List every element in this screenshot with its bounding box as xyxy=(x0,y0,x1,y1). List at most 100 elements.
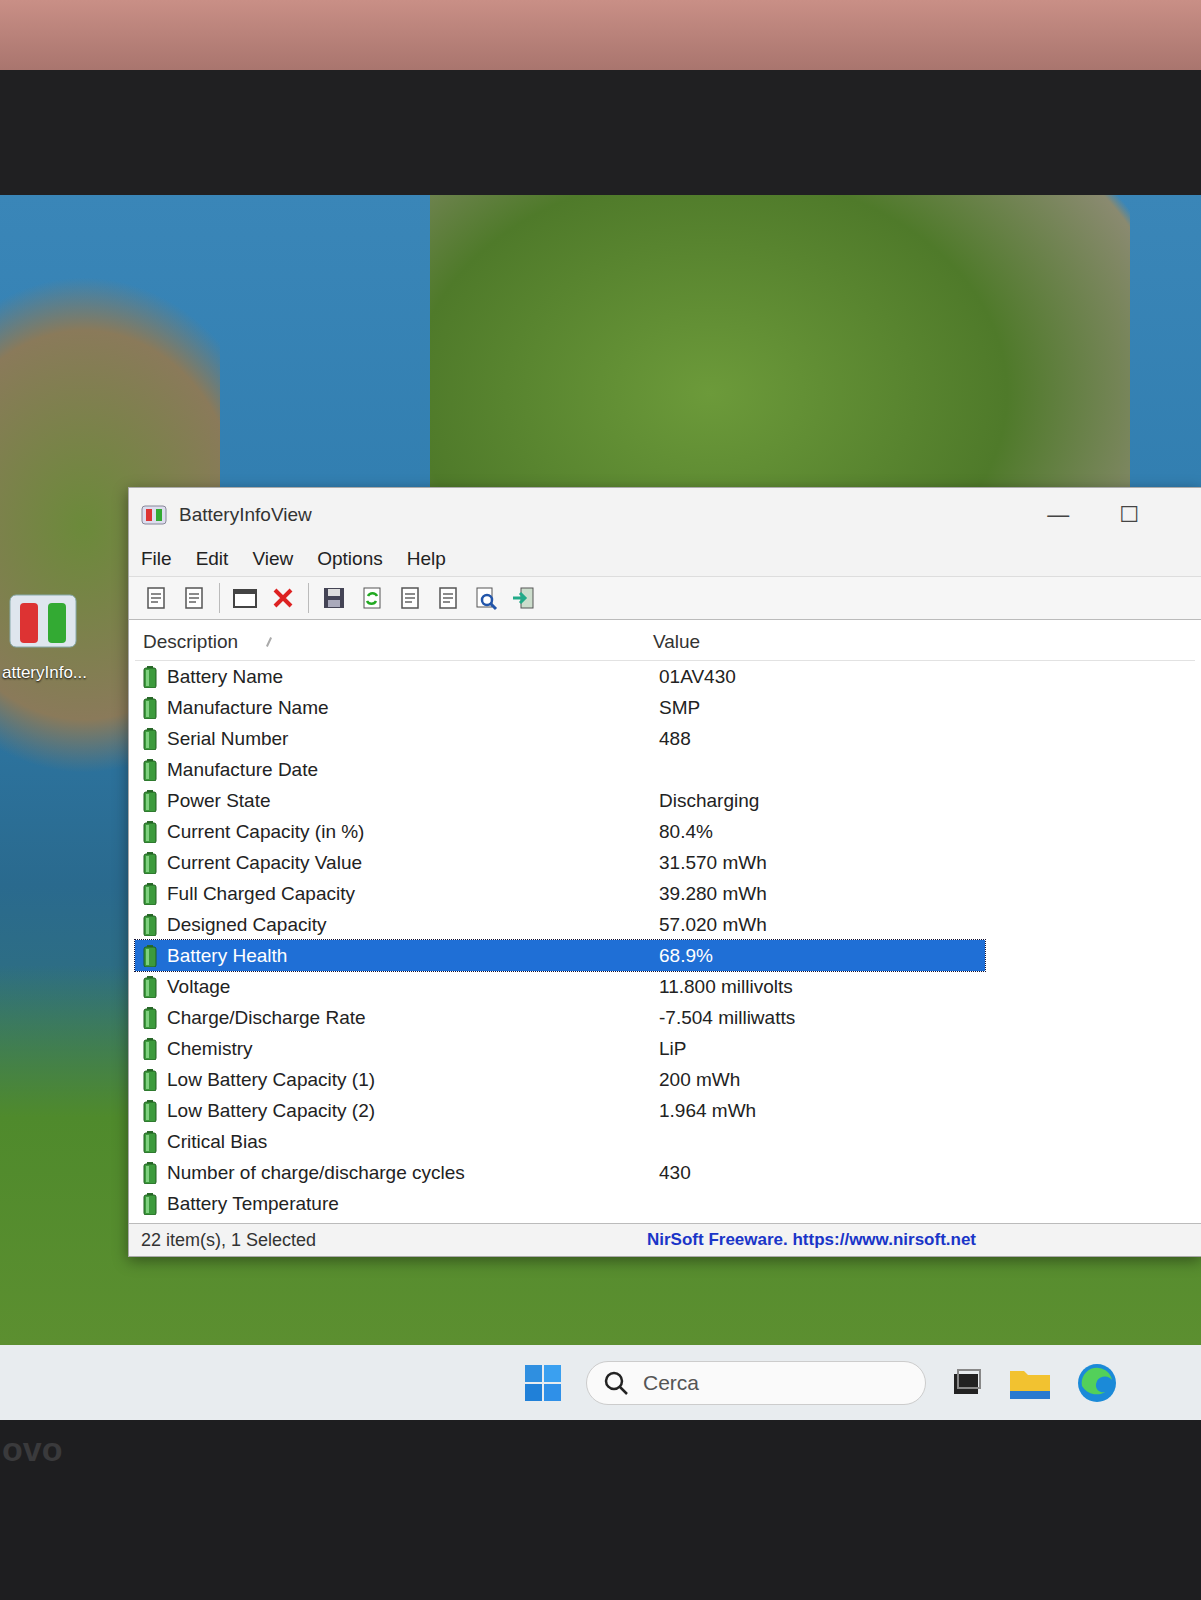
windows-start-icon[interactable] xyxy=(524,1364,562,1402)
window-controls: —☐ xyxy=(1047,502,1189,528)
table-row[interactable]: Battery Name 01AV430 xyxy=(135,661,985,692)
battery-icon xyxy=(143,914,157,936)
description-cell: Low Battery Capacity (2) xyxy=(135,1100,653,1122)
task-view-icon[interactable] xyxy=(950,1366,984,1400)
toolbar-button[interactable] xyxy=(321,585,347,611)
battery-icon xyxy=(143,883,157,905)
exit-icon xyxy=(511,585,537,611)
table-row[interactable]: Manufacture Name SMP xyxy=(135,692,985,723)
table-row[interactable]: Chemistry LiP xyxy=(135,1033,985,1064)
value-cell: 31.570 mWh xyxy=(653,852,985,874)
status-count: 22 item(s), 1 Selected xyxy=(129,1230,647,1251)
menu-item[interactable]: View xyxy=(252,548,293,570)
window-title: BatteryInfoView xyxy=(179,504,1035,526)
edge-browser-icon[interactable] xyxy=(1076,1362,1118,1404)
delete-icon xyxy=(270,585,296,611)
toolbar-button[interactable] xyxy=(473,585,499,611)
value-cell: 39.280 mWh xyxy=(653,883,985,905)
table-header: Description Value xyxy=(135,624,1195,661)
table-row[interactable]: Number of charge/discharge cycles 430 xyxy=(135,1157,985,1188)
value-cell: 430 xyxy=(653,1162,985,1184)
table-row[interactable]: Serial Number 488 xyxy=(135,723,985,754)
table-row[interactable]: Battery Temperature xyxy=(135,1188,985,1219)
toolbar-button[interactable] xyxy=(397,585,423,611)
desktop: atteryInfo... BatteryInfoView —☐ FileEdi… xyxy=(0,195,1201,1345)
search-icon xyxy=(603,1370,629,1396)
status-bar: 22 item(s), 1 Selected NirSoft Freeware.… xyxy=(129,1223,1201,1256)
html-icon xyxy=(232,585,258,611)
app-window: BatteryInfoView —☐ FileEditViewOptionsHe… xyxy=(128,487,1201,1257)
toolbar-separator xyxy=(308,583,309,613)
table-row[interactable]: Full Charged Capacity 39.280 mWh xyxy=(135,878,985,909)
table-row[interactable]: Current Capacity Value 31.570 mWh xyxy=(135,847,985,878)
table-row[interactable]: Critical Bias xyxy=(135,1126,985,1157)
value-cell: 80.4% xyxy=(653,821,985,843)
bezel-bottom: ovo xyxy=(0,1420,1201,1600)
toolbar-button[interactable] xyxy=(143,585,169,611)
column-header[interactable]: Value xyxy=(653,631,700,653)
toolbar-button[interactable] xyxy=(511,585,537,611)
battery-icon xyxy=(143,697,157,719)
description-cell: Charge/Discharge Rate xyxy=(135,1007,653,1029)
properties-icon xyxy=(435,585,461,611)
bezel-top xyxy=(0,70,1201,195)
desktop-shortcut[interactable]: atteryInfo... xyxy=(0,593,110,683)
table-row[interactable]: Low Battery Capacity (1) 200 mWh xyxy=(135,1064,985,1095)
status-credit-link[interactable]: NirSoft Freeware. https://www.nirsoft.ne… xyxy=(647,1230,976,1250)
battery-icon xyxy=(143,1162,157,1184)
description-cell: Current Capacity (in %) xyxy=(135,821,653,843)
description-cell: Battery Health xyxy=(135,945,653,967)
copy-icon xyxy=(397,585,423,611)
app-icon xyxy=(141,505,167,525)
description-cell: Manufacture Date xyxy=(135,759,653,781)
file-explorer-icon[interactable] xyxy=(1008,1365,1052,1401)
search-placeholder: Cerca xyxy=(643,1371,699,1395)
table-row[interactable]: Voltage 11.800 millivolts xyxy=(135,971,985,1002)
taskbar-search[interactable]: Cerca xyxy=(586,1361,926,1405)
table-row[interactable]: Manufacture Date xyxy=(135,754,985,785)
value-cell: 1.964 mWh xyxy=(653,1100,985,1122)
table-row[interactable]: Power State Discharging xyxy=(135,785,985,816)
table-row[interactable]: Current Capacity (in %) 80.4% xyxy=(135,816,985,847)
window-control-button[interactable]: — xyxy=(1047,502,1069,528)
value-cell: 200 mWh xyxy=(653,1069,985,1091)
column-header[interactable]: Description xyxy=(135,631,653,653)
menu-item[interactable]: File xyxy=(141,548,172,570)
battery-icon xyxy=(143,976,157,998)
description-cell: Number of charge/discharge cycles xyxy=(135,1162,653,1184)
toolbar-button[interactable] xyxy=(232,585,258,611)
value-cell: 11.800 millivolts xyxy=(653,976,985,998)
battery-icon xyxy=(143,1069,157,1091)
toolbar-separator xyxy=(219,583,220,613)
toolbar-button[interactable] xyxy=(270,585,296,611)
menu-item[interactable]: Help xyxy=(407,548,446,570)
description-cell: Current Capacity Value xyxy=(135,852,653,874)
toolbar xyxy=(129,576,1201,620)
battery-icon xyxy=(143,1038,157,1060)
toolbar-button[interactable] xyxy=(435,585,461,611)
table-row[interactable]: Designed Capacity 57.020 mWh xyxy=(135,909,985,940)
description-cell: Critical Bias xyxy=(135,1131,653,1153)
menu-item[interactable]: Options xyxy=(317,548,382,570)
description-cell: Battery Name xyxy=(135,666,653,688)
desktop-shortcut-label: atteryInfo... xyxy=(0,663,87,683)
battery-icon xyxy=(143,666,157,688)
table-row[interactable]: Low Battery Capacity (2) 1.964 mWh xyxy=(135,1095,985,1126)
table-row[interactable]: Charge/Discharge Rate -7.504 milliwatts xyxy=(135,1002,985,1033)
value-cell: LiP xyxy=(653,1038,985,1060)
toolbar-button[interactable] xyxy=(359,585,385,611)
battery-icon xyxy=(143,728,157,750)
toolbar-button[interactable] xyxy=(181,585,207,611)
battery-icon xyxy=(143,1100,157,1122)
battery-icon xyxy=(143,821,157,843)
window-control-button[interactable]: ☐ xyxy=(1119,502,1139,528)
table-row[interactable]: Battery Health 68.9% xyxy=(135,940,985,971)
clipboard-icon xyxy=(181,585,207,611)
value-cell: 01AV430 xyxy=(653,666,985,688)
menu-item[interactable]: Edit xyxy=(196,548,229,570)
battery-icon xyxy=(143,852,157,874)
value-cell: 68.9% xyxy=(653,945,985,967)
battery-icon xyxy=(143,1131,157,1153)
menu-bar: File Edit View Options Help xyxy=(129,542,1201,576)
description-cell: Full Charged Capacity xyxy=(135,883,653,905)
